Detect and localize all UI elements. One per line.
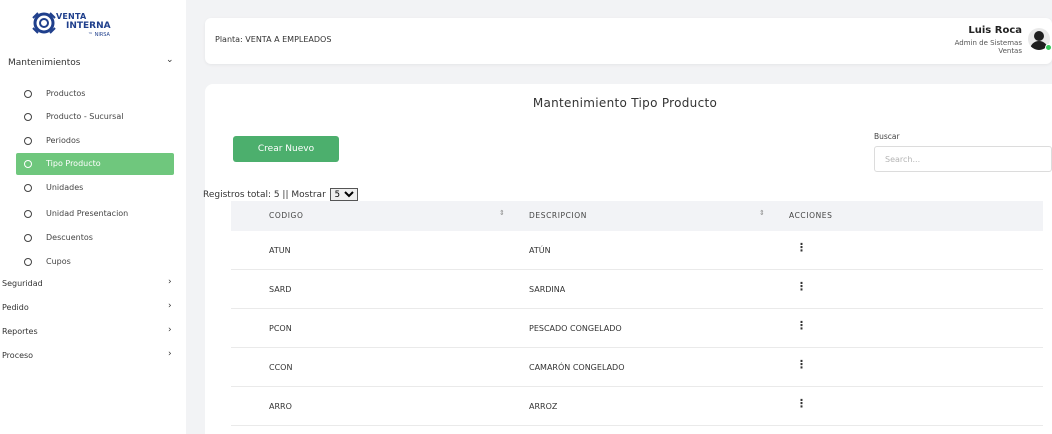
more-actions-icon[interactable]: ⋮: [796, 280, 807, 293]
sidebar-item-periodos[interactable]: Periodos: [16, 130, 174, 152]
chevron-right-icon: ›: [168, 325, 172, 335]
chevron-down-icon: ⌄: [166, 55, 174, 65]
search-label: Buscar: [874, 132, 900, 141]
table-header: CODIGO ⇕ DESCRIPCION ⇕ ACCIONES: [231, 201, 1043, 231]
column-header-acciones: ACCIONES: [789, 211, 833, 220]
circle-icon: [24, 160, 32, 168]
circle-icon: [24, 234, 32, 242]
menu-reportes-label: Reportes: [2, 327, 38, 336]
sidebar-item-productos[interactable]: Productos: [16, 83, 174, 105]
sidebar-item-descuentos[interactable]: Descuentos: [16, 227, 174, 249]
sidebar-item-producto-sucursal[interactable]: Producto - Sucursal: [16, 106, 174, 128]
search-input[interactable]: [874, 146, 1052, 172]
sort-icon[interactable]: ⇕: [759, 209, 765, 217]
page-size-select[interactable]: 5: [329, 188, 358, 201]
menu-proceso-label: Proceso: [2, 351, 34, 360]
sort-icon[interactable]: ⇕: [499, 209, 505, 217]
sidebar-item-label: Unidad Presentacion: [46, 209, 129, 218]
column-header-descripcion[interactable]: DESCRIPCION: [529, 211, 587, 220]
cell-codigo: PCON: [269, 324, 292, 333]
cell-descripcion: ARROZ: [529, 402, 558, 411]
menu-reportes[interactable]: Reportes ›: [0, 321, 186, 343]
sidebar-item-cupos[interactable]: Cupos: [16, 251, 174, 273]
chevron-right-icon: ›: [168, 349, 172, 359]
sidebar-item-label: Producto - Sucursal: [46, 112, 124, 121]
logo-text-line2: INTERNA: [66, 21, 111, 31]
main-card: Mantenimiento Tipo Producto Crear Nuevo …: [203, 84, 1052, 434]
sidebar-item-tipo-producto[interactable]: Tipo Producto: [16, 153, 174, 175]
logo[interactable]: VENTA INTERNA ™ NIRSA: [30, 10, 130, 50]
circle-icon: [24, 113, 32, 121]
cell-codigo: ARRO: [269, 402, 292, 411]
menu-mantenimientos[interactable]: Mantenimientos ⌄: [0, 52, 186, 74]
page-title: Mantenimiento Tipo Producto: [532, 96, 718, 110]
more-actions-icon[interactable]: ⋮: [796, 319, 807, 332]
chevron-right-icon: ›: [168, 301, 172, 311]
sidebar-item-label: Unidades: [46, 183, 84, 192]
avatar-head: [1034, 31, 1044, 41]
table-row: PCON PESCADO CONGELADO ⋮: [231, 309, 1043, 348]
logo-subtext: ™ NIRSA: [88, 32, 110, 38]
create-new-button[interactable]: Crear Nuevo: [233, 136, 339, 162]
menu-proceso[interactable]: Proceso ›: [0, 345, 186, 367]
user-department: Ventas: [998, 47, 1022, 55]
cell-codigo: SARD: [269, 285, 292, 294]
records-summary: Registros total: 5 || Mostrar 5: [203, 188, 358, 201]
circle-icon: [24, 210, 32, 218]
circle-icon: [24, 258, 32, 266]
records-total-text: Registros total: 5 || Mostrar: [203, 190, 326, 200]
more-actions-icon[interactable]: ⋮: [796, 358, 807, 371]
menu-pedido-label: Pedido: [2, 303, 29, 312]
cell-codigo: ATUN: [269, 246, 291, 255]
sidebar-item-unidad-presentacion[interactable]: Unidad Presentacion: [16, 203, 174, 225]
sidebar-item-label: Periodos: [46, 136, 81, 145]
column-header-codigo[interactable]: CODIGO: [269, 211, 303, 220]
circle-icon: [24, 137, 32, 145]
logo-text-line1: VENTA: [56, 12, 87, 21]
table-row: CCON CAMARÓN CONGELADO ⋮: [231, 348, 1043, 387]
menu-seguridad[interactable]: Seguridad ›: [0, 273, 186, 295]
sidebar-item-label: Tipo Producto: [46, 159, 101, 168]
sidebar-item-label: Cupos: [46, 257, 71, 266]
online-status-icon: [1045, 44, 1052, 51]
user-name: Luis Roca: [968, 25, 1022, 36]
top-bar: Planta: VENTA A EMPLEADOS Luis Roca Admi…: [205, 18, 1052, 64]
menu-mantenimientos-label: Mantenimientos: [8, 58, 81, 68]
cell-descripcion: SARDINA: [529, 285, 566, 294]
menu-pedido[interactable]: Pedido ›: [0, 297, 186, 319]
logo-mark-icon: [32, 12, 56, 34]
menu-seguridad-label: Seguridad: [2, 279, 43, 288]
table-row: ARRO ARROZ ⋮: [231, 387, 1043, 426]
sidebar: VENTA INTERNA ™ NIRSA Mantenimientos ⌄ P…: [0, 0, 186, 434]
sidebar-item-label: Productos: [46, 89, 86, 98]
cell-descripcion: CAMARÓN CONGELADO: [529, 363, 625, 372]
chevron-right-icon: ›: [168, 277, 172, 287]
more-actions-icon[interactable]: ⋮: [796, 241, 807, 254]
table-row: SARD SARDINA ⋮: [231, 270, 1043, 309]
circle-icon: [24, 184, 32, 192]
planta-label: Planta: VENTA A EMPLEADOS: [215, 35, 332, 44]
circle-icon: [24, 90, 32, 98]
cell-codigo: CCON: [269, 363, 293, 372]
user-role: Admin de Sistemas: [954, 39, 1022, 47]
sidebar-item-label: Descuentos: [46, 233, 93, 242]
table-row: ATUN ATÚN ⋮: [231, 231, 1043, 270]
cell-descripcion: ATÚN: [529, 246, 551, 255]
sidebar-item-unidades[interactable]: Unidades: [16, 177, 174, 199]
cell-descripcion: PESCADO CONGELADO: [529, 324, 622, 333]
data-table: CODIGO ⇕ DESCRIPCION ⇕ ACCIONES ATUN ATÚ…: [231, 201, 1043, 426]
more-actions-icon[interactable]: ⋮: [796, 397, 807, 410]
